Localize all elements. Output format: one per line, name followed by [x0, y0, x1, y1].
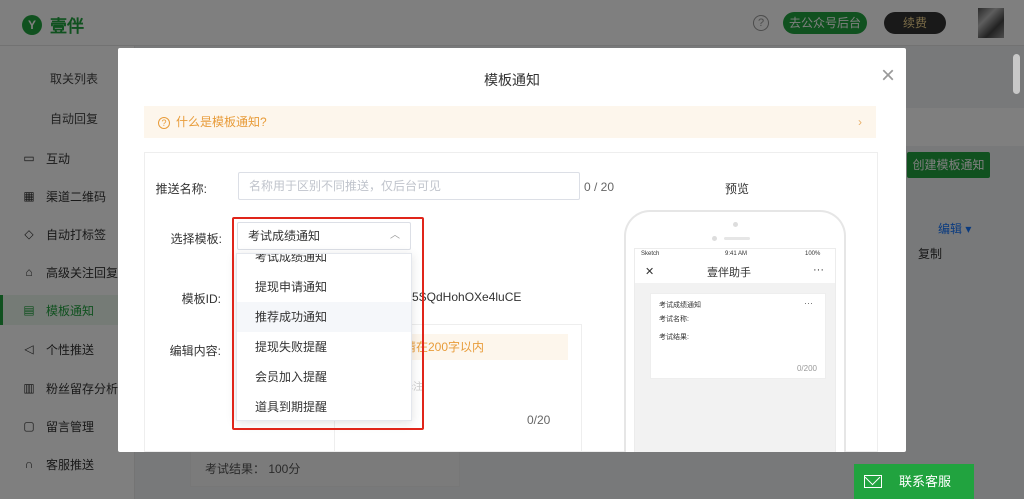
more-icon: ···: [804, 298, 813, 308]
edit-content-label: 编辑内容:: [169, 344, 221, 358]
close-icon: ✕: [645, 266, 655, 278]
more-icon: ···: [813, 264, 824, 276]
editor-counter: 0/20: [527, 413, 551, 427]
chevron-right-icon: ›: [858, 115, 862, 129]
push-name-counter: 0 / 20: [584, 180, 615, 194]
page-scrollbar[interactable]: [1009, 46, 1024, 499]
phone-sensor: [733, 222, 738, 227]
contact-service-button[interactable]: 联系客服: [854, 464, 974, 499]
select-template-label: 选择模板:: [170, 232, 222, 246]
battery-label: 100%: [805, 251, 821, 257]
push-name-input[interactable]: 名称用于区别不同推送，仅后台可见: [238, 172, 580, 200]
template-message-card: 考试成绩通知 ··· 考试名称: 考试结果: 0/200: [650, 293, 826, 379]
push-name-label: 推送名称:: [155, 182, 207, 196]
close-icon[interactable]: ×: [878, 64, 898, 88]
content-hint: 请在200字以内: [404, 334, 568, 360]
chat-nav-bar: ✕ 壹伴助手 ···: [635, 261, 835, 283]
template-id-label: 模板ID:: [181, 292, 221, 306]
status-bar: Sketch 9:41 AM 100%: [635, 249, 835, 261]
phone-camera: [712, 236, 717, 241]
message-title: 考试成绩通知: [659, 302, 701, 309]
chat-title: 壹伴助手: [707, 267, 751, 279]
what-is-template-tip[interactable]: ? 什么是模板通知? ›: [144, 106, 876, 138]
preview-label: 预览: [725, 182, 750, 196]
template-id-value: 5SQdHohOXe4luCE: [412, 290, 522, 304]
tip-text: 什么是模板通知?: [176, 115, 267, 129]
mail-icon: [864, 475, 882, 488]
phone-speaker: [724, 237, 750, 240]
scrollbar-thumb[interactable]: [1013, 54, 1020, 94]
status-time: 9:41 AM: [725, 251, 748, 257]
message-field: 考试名称:: [659, 316, 689, 323]
phone-preview: Sketch 9:41 AM 100% ✕ 壹伴助手 ··· 考试成绩通知 ··…: [624, 210, 846, 452]
phone-screen: Sketch 9:41 AM 100% ✕ 壹伴助手 ··· 考试成绩通知 ··…: [634, 248, 836, 452]
carrier-label: Sketch: [641, 251, 660, 257]
dialog-title: 模板通知: [484, 72, 540, 88]
message-counter: 0/200: [796, 364, 817, 373]
highlight-annotation: [232, 217, 424, 430]
contact-service-label: 联系客服: [899, 474, 952, 489]
message-field: 考试结果:: [659, 334, 689, 341]
question-icon: ?: [158, 117, 170, 129]
